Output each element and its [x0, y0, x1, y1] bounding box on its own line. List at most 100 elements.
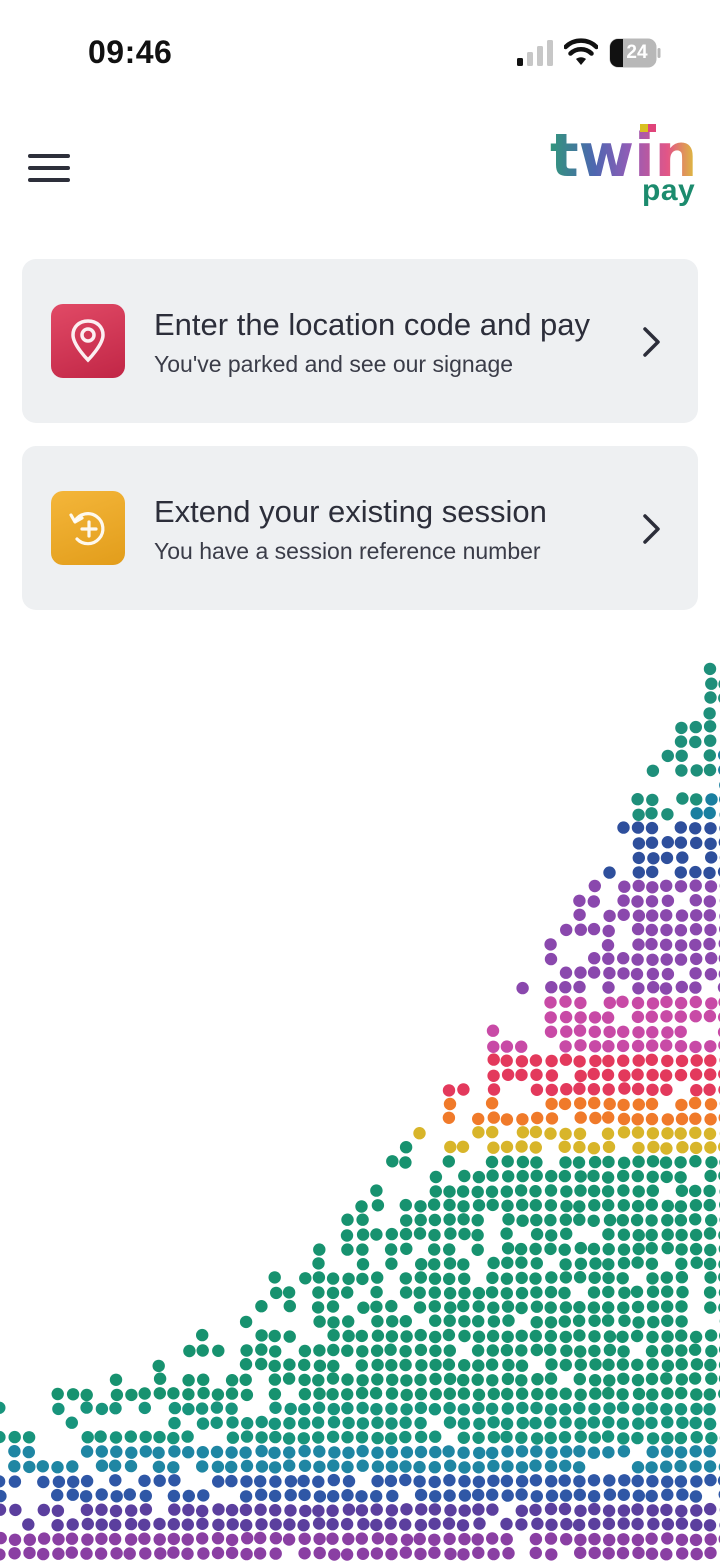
decorative-dot [545, 1475, 558, 1488]
decorative-dot [486, 1532, 499, 1545]
decorative-dot [588, 1546, 601, 1560]
decorative-dot [109, 1373, 123, 1387]
decorative-dot [661, 1214, 674, 1227]
decorative-dot [457, 1446, 470, 1459]
decorative-dot [341, 1402, 354, 1415]
decorative-dot [327, 1316, 340, 1329]
decorative-dot [487, 1256, 500, 1270]
decorative-dot [703, 1388, 716, 1401]
decorative-dot [530, 1257, 543, 1270]
decorative-dot [386, 1489, 399, 1503]
decorative-dot [501, 1372, 515, 1386]
decorative-dot [661, 836, 674, 849]
decorative-dot [703, 749, 716, 762]
decorative-dot [0, 1430, 6, 1444]
decorative-dot [689, 1068, 703, 1081]
decorative-dot [371, 1329, 385, 1342]
decorative-dot [500, 1140, 514, 1154]
enter-location-code-card[interactable]: Enter the location code and pay You've p… [22, 259, 698, 423]
extend-session-card[interactable]: Extend your existing session You have a … [22, 446, 698, 610]
decorative-dot [152, 1460, 166, 1474]
decorative-dot [660, 1403, 673, 1416]
decorative-dot [153, 1372, 167, 1385]
decorative-dot [514, 1242, 528, 1256]
decorative-dot [588, 1271, 601, 1285]
decorative-dot [689, 981, 702, 994]
menu-button[interactable] [24, 146, 74, 190]
decorative-dot [400, 1446, 414, 1459]
decorative-dot [646, 1445, 659, 1459]
decorative-dot [559, 1271, 573, 1284]
decorative-dot [415, 1359, 428, 1372]
decorative-dot [704, 1329, 718, 1342]
decorative-dot [646, 764, 660, 777]
decorative-dot [240, 1459, 254, 1473]
decorative-dot [342, 1329, 355, 1343]
decorative-dot [515, 1301, 528, 1315]
decorative-dot [516, 1401, 529, 1415]
decorative-dot [676, 1488, 689, 1501]
decorative-dot [487, 1141, 500, 1154]
decorative-dot [647, 852, 660, 865]
decorative-dot [661, 1488, 674, 1501]
decorative-dot [530, 1445, 543, 1458]
decorative-dot [471, 1533, 484, 1546]
decorative-dot [661, 1127, 674, 1140]
decorative-dot [703, 937, 716, 951]
decorative-dot [646, 1039, 659, 1052]
decorative-dot [645, 1053, 658, 1067]
decorative-dot [631, 922, 645, 936]
decorative-dot [573, 1372, 586, 1386]
decorative-dot [472, 1503, 485, 1516]
decorative-dot [632, 1155, 645, 1168]
decorative-dot [370, 1228, 383, 1241]
decorative-dot [457, 1431, 470, 1445]
decorative-dot [588, 1155, 602, 1169]
decorative-dot [472, 1330, 486, 1343]
decorative-dot [645, 1112, 659, 1126]
decorative-dot [342, 1315, 355, 1328]
decorative-dot [400, 1330, 413, 1343]
decorative-dot [23, 1546, 36, 1560]
decorative-dot [529, 1185, 542, 1198]
decorative-dot [110, 1547, 123, 1560]
logo-subtext: pay [642, 174, 696, 207]
decorative-dot [674, 1010, 687, 1023]
decorative-dot [269, 1430, 282, 1444]
decorative-dot [632, 1229, 645, 1242]
decorative-dot [444, 1227, 457, 1240]
decorative-dot [139, 1547, 152, 1560]
decorative-dot [545, 1069, 559, 1082]
decorative-dot [500, 1430, 513, 1444]
decorative-dot [515, 1329, 528, 1343]
decorative-dot [544, 1213, 557, 1227]
decorative-dot [371, 1431, 384, 1445]
decorative-dot [704, 691, 717, 704]
decorative-dot [80, 1547, 93, 1560]
decorative-dot [703, 1417, 717, 1431]
decorative-dot [530, 1156, 543, 1169]
decorative-dot [429, 1314, 442, 1327]
decorative-dot [51, 1488, 64, 1502]
decorative-dot [616, 1388, 629, 1401]
decorative-dot [457, 1403, 470, 1416]
decorative-dot [153, 1474, 166, 1487]
decorative-dot [487, 1083, 501, 1096]
decorative-dot [168, 1416, 181, 1430]
decorative-dot [370, 1344, 384, 1357]
decorative-dot [631, 895, 644, 908]
decorative-dot [312, 1475, 325, 1488]
decorative-dot [661, 1416, 674, 1429]
decorative-dot [371, 1315, 384, 1328]
decorative-dot [254, 1475, 267, 1488]
decorative-dot [500, 1417, 514, 1431]
decorative-dot [529, 1546, 542, 1560]
decorative-dot [574, 1170, 587, 1183]
decorative-dot [485, 1155, 499, 1169]
decorative-dot [603, 1025, 616, 1039]
decorative-dot [674, 1214, 688, 1227]
decorative-dot [501, 1460, 514, 1473]
decorative-dot [645, 1532, 658, 1545]
decorative-dot [282, 1372, 296, 1385]
decorative-dot [690, 807, 703, 820]
